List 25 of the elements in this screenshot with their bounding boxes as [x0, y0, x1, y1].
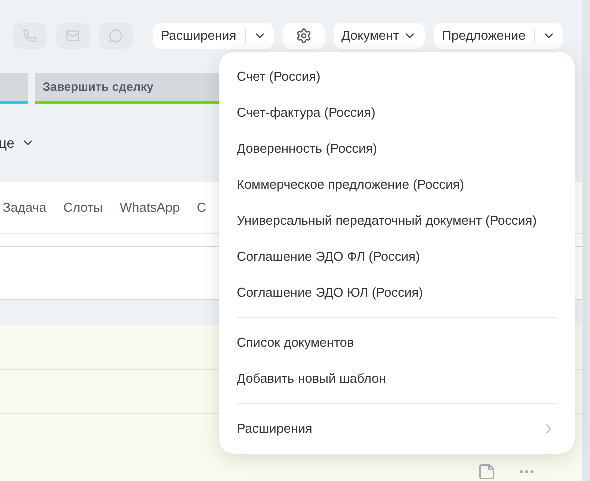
document-dropdown[interactable]: Документ [334, 23, 426, 49]
mail-icon [66, 29, 80, 43]
activity-tab[interactable]: С [196, 198, 206, 217]
split-button[interactable]: Расширения [153, 23, 274, 49]
note-icon[interactable] [478, 463, 496, 481]
settings-button[interactable] [282, 23, 325, 49]
stage-step[interactable] [0, 73, 28, 104]
settings-icon [296, 28, 312, 44]
menu-item[interactable]: Доверенность (Россия) [237, 131, 557, 167]
activity-tab[interactable]: Слоты [64, 198, 103, 217]
split-button[interactable]: Предложение [434, 23, 563, 49]
menu-item[interactable]: Соглашение ЭДО ФЛ (Россия) [237, 239, 557, 275]
menu-item[interactable]: Универсальный передаточный документ (Россия) [237, 203, 557, 239]
split-button-label[interactable]: Предложение [434, 26, 534, 46]
activity-tab[interactable]: WhatsApp [120, 198, 180, 217]
menu-item[interactable]: Добавить новый шаблон [237, 361, 557, 397]
menu-item[interactable]: Соглашение ЭДО ЮЛ (Россия) [237, 275, 557, 311]
section-dropdown[interactable]: це [0, 132, 35, 154]
menu-item[interactable]: Список документов [237, 325, 557, 361]
chat-icon [109, 29, 123, 43]
menu-item[interactable]: Расширения [237, 411, 557, 447]
menu-item[interactable]: Коммерческое предложение (Россия) [237, 167, 557, 203]
phone-icon [23, 29, 37, 43]
split-button-label[interactable]: Расширения [153, 26, 245, 46]
activity-tab[interactable]: Задача [3, 198, 47, 217]
